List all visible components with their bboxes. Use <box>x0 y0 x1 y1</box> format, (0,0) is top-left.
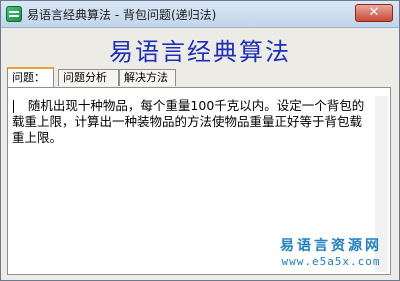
main-window: 易语言经典算法 - 背包问题(递归法) ✕ 易语言经典算法 问题： 问题分析 解… <box>0 0 400 281</box>
tab-problem[interactable]: 问题： <box>7 67 54 87</box>
window-title: 易语言经典算法 - 背包问题(递归法) <box>27 8 217 22</box>
app-icon <box>6 6 22 22</box>
watermark-url: www.e5a5x.com <box>281 255 381 268</box>
tab-problem-analysis[interactable]: 问题分析 <box>58 69 119 86</box>
close-button[interactable]: ✕ <box>355 4 393 22</box>
header: 易语言经典算法 <box>1 28 399 66</box>
watermark: 易语言资源网 www.e5a5x.com <box>280 235 382 268</box>
page-title: 易语言经典算法 <box>109 38 291 66</box>
tab-content-panel: 随机出现十种物品，每个重量100千克以内。设定一个背包的载重上限，计算出一种装物… <box>7 87 391 275</box>
watermark-brand: 易语言资源网 <box>280 238 382 254</box>
title-bar[interactable]: 易语言经典算法 - 背包问题(递归法) ✕ <box>1 1 399 28</box>
tab-solution[interactable]: 解决方法 <box>119 69 176 86</box>
